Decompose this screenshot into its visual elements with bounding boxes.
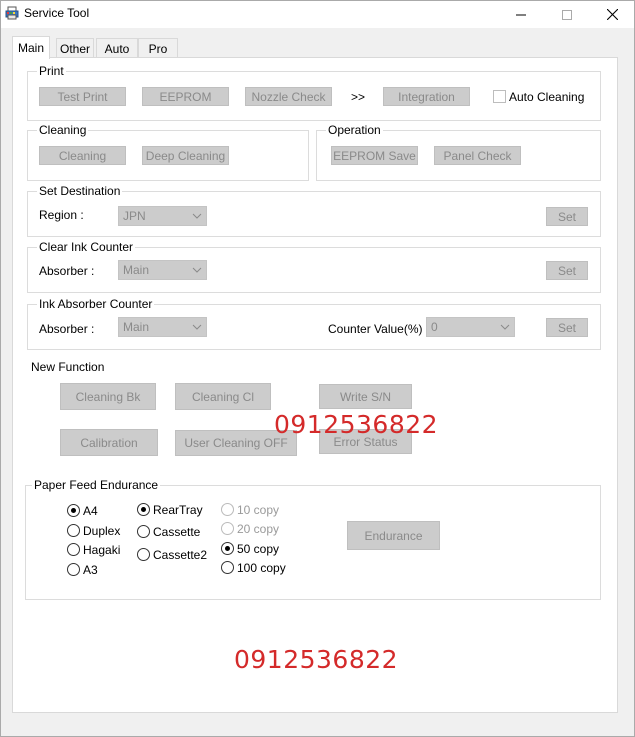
- auto-cleaning-label: Auto Cleaning: [509, 90, 585, 104]
- counter-value-label: Counter Value(%) :: [328, 322, 430, 336]
- minimize-button[interactable]: [498, 1, 544, 28]
- tab-other-label: Other: [59, 41, 90, 56]
- radio-cassette[interactable]: [137, 525, 150, 538]
- region-label: Region :: [39, 208, 84, 222]
- radio-100-copy-label: 100 copy: [237, 561, 286, 575]
- print-legend: Print: [37, 64, 66, 78]
- radio-duplex-label: Duplex: [83, 524, 121, 538]
- close-button[interactable]: [589, 1, 635, 28]
- clear-absorber-label: Absorber :: [39, 264, 95, 278]
- radio-a4[interactable]: [67, 504, 80, 517]
- set-destination-set-button[interactable]: Set: [546, 207, 588, 226]
- radio-reartray[interactable]: [137, 503, 150, 516]
- absorber-select-value: Main: [123, 320, 150, 334]
- eeprom-button[interactable]: EEPROM: [142, 87, 229, 106]
- eeprom-save-button[interactable]: EEPROM Save: [331, 146, 418, 165]
- service-tool-window: Service Tool Main Other Auto Pro Print T…: [0, 0, 635, 737]
- counter-value-select-value: 0: [431, 320, 438, 334]
- region-select-value: JPN: [123, 209, 146, 223]
- calibration-button[interactable]: Calibration: [60, 429, 158, 456]
- chevron-down-icon: [192, 267, 202, 273]
- tab-other[interactable]: Other: [56, 38, 94, 58]
- new-function-heading: New Function: [31, 360, 105, 374]
- absorber-label: Absorber :: [39, 322, 95, 336]
- printer-app-icon: [5, 6, 19, 20]
- cleaning-bk-button[interactable]: Cleaning Bk: [60, 383, 156, 410]
- tab-auto[interactable]: Auto: [96, 38, 138, 58]
- clear-absorber-select[interactable]: Main: [118, 260, 207, 280]
- radio-cassette-label: Cassette: [153, 525, 201, 539]
- auto-cleaning-checkbox[interactable]: [493, 90, 506, 103]
- integration-arrow: >>: [351, 90, 366, 104]
- clear-ink-counter-set-button[interactable]: Set: [546, 261, 588, 280]
- tab-main-label: Main: [17, 41, 44, 55]
- chevron-down-icon: [192, 324, 202, 330]
- radio-50-copy-label: 50 copy: [237, 542, 280, 556]
- set-destination-legend: Set Destination: [37, 184, 123, 198]
- phone-watermark-1: 0912536822: [274, 410, 439, 439]
- window-title: Service Tool: [24, 6, 90, 20]
- cleaning-cl-button[interactable]: Cleaning Cl: [175, 383, 271, 410]
- radio-10-copy-label: 10 copy: [237, 503, 280, 517]
- operation-legend: Operation: [326, 123, 383, 137]
- ink-absorber-counter-legend: Ink Absorber Counter: [37, 297, 155, 311]
- tab-pro-label: Pro: [148, 41, 168, 56]
- radio-a3[interactable]: [67, 563, 80, 576]
- radio-20-copy-label: 20 copy: [237, 522, 280, 536]
- nozzle-check-button[interactable]: Nozzle Check: [245, 87, 332, 106]
- chevron-down-icon: [500, 324, 510, 330]
- panel-check-button[interactable]: Panel Check: [434, 146, 521, 165]
- radio-20-copy[interactable]: [221, 522, 234, 535]
- endurance-button[interactable]: Endurance: [347, 521, 440, 550]
- radio-10-copy[interactable]: [221, 503, 234, 516]
- radio-50-copy[interactable]: [221, 542, 234, 555]
- chevron-down-icon: [192, 213, 202, 219]
- tab-pro[interactable]: Pro: [138, 38, 178, 58]
- cleaning-legend: Cleaning: [37, 123, 89, 137]
- radio-cassette2-label: Cassette2: [153, 548, 208, 562]
- close-icon: [606, 9, 618, 20]
- ink-absorber-counter-set-button[interactable]: Set: [546, 318, 588, 337]
- radio-reartray-label: RearTray: [153, 503, 203, 517]
- write-sn-button[interactable]: Write S/N: [319, 384, 412, 409]
- title-bar: Service Tool: [1, 1, 634, 28]
- deep-cleaning-button[interactable]: Deep Cleaning: [142, 146, 229, 165]
- radio-hagaki[interactable]: [67, 543, 80, 556]
- radio-hagaki-label: Hagaki: [83, 543, 121, 557]
- radio-duplex[interactable]: [67, 524, 80, 537]
- maximize-button[interactable]: [544, 1, 590, 28]
- cleaning-button[interactable]: Cleaning: [39, 146, 126, 165]
- radio-cassette2[interactable]: [137, 548, 150, 561]
- counter-value-select[interactable]: 0: [426, 317, 515, 337]
- radio-a3-label: A3: [83, 563, 98, 577]
- radio-a4-label: A4: [83, 504, 98, 518]
- radio-100-copy[interactable]: [221, 561, 234, 574]
- tab-main[interactable]: Main: [12, 36, 50, 59]
- absorber-select[interactable]: Main: [118, 317, 207, 337]
- integration-button[interactable]: Integration: [383, 87, 470, 106]
- maximize-icon: [562, 9, 572, 20]
- clear-absorber-select-value: Main: [123, 263, 150, 277]
- tab-auto-label: Auto: [104, 41, 130, 56]
- region-select[interactable]: JPN: [118, 206, 207, 226]
- phone-watermark-2: 0912536822: [234, 645, 399, 674]
- minimize-icon: [516, 14, 526, 15]
- clear-ink-counter-legend: Clear Ink Counter: [37, 240, 136, 254]
- paper-feed-endurance-legend: Paper Feed Endurance: [32, 478, 161, 492]
- test-print-button[interactable]: Test Print: [39, 87, 126, 106]
